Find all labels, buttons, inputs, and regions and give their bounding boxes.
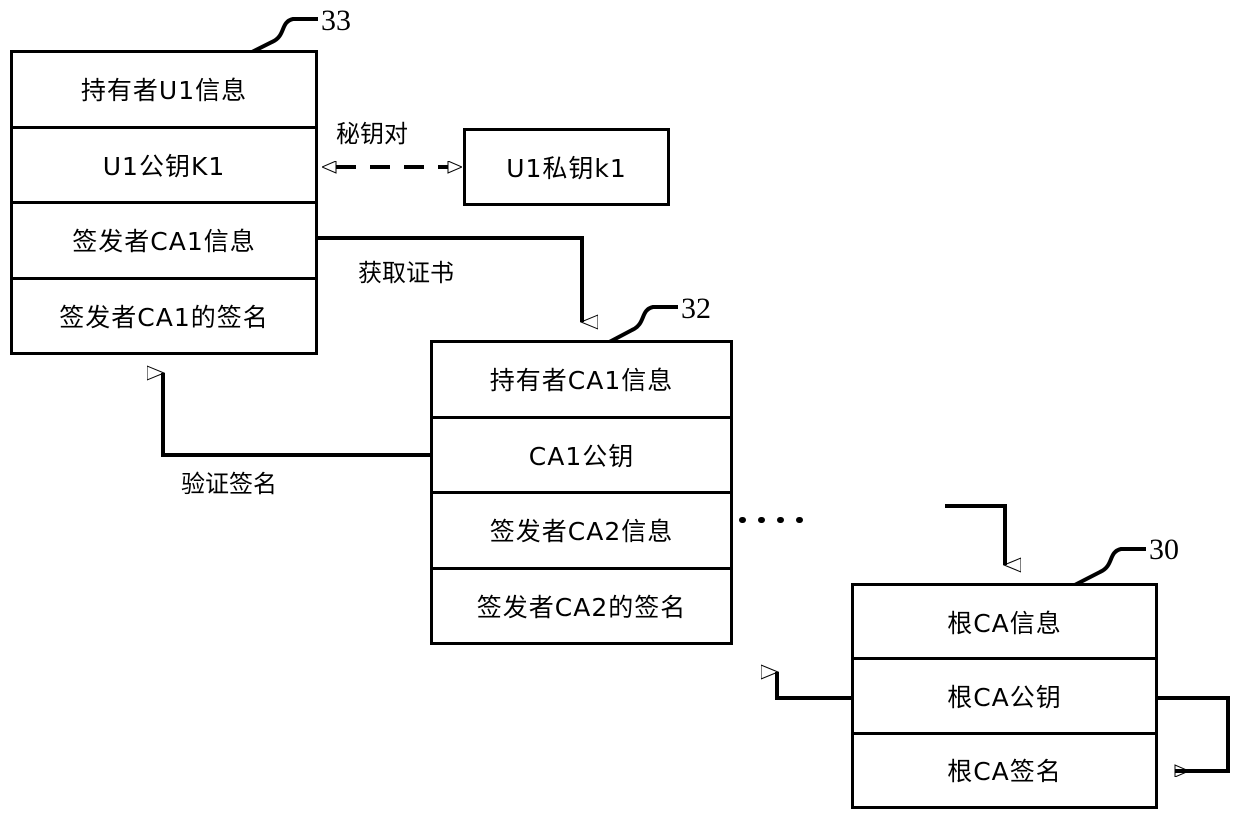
root-chain-up-connector xyxy=(777,672,851,700)
cert-row-label: 根CA信息 xyxy=(947,608,1062,638)
cert-row-issuer-info: 签发者CA1信息 xyxy=(13,204,315,280)
verify-signature-connector xyxy=(163,373,430,457)
cert-row-label: 签发者CA2的签名 xyxy=(476,592,687,622)
reference-numeral-32: 32 xyxy=(681,292,711,325)
cert-row-public-key: CA1公钥 xyxy=(433,418,730,494)
cert-row-label: 签发者CA2信息 xyxy=(489,517,674,547)
cert-row-root-info: 根CA信息 xyxy=(854,586,1155,661)
verify-signature-label: 验证签名 xyxy=(181,470,277,498)
cert-row-label: 签发者CA1的签名 xyxy=(59,302,269,332)
reference-numeral-33: 33 xyxy=(321,4,351,37)
cert-row-label: CA1公钥 xyxy=(528,441,635,471)
root-self-signature-loop xyxy=(1158,696,1230,771)
key-pair-label: 秘钥对 xyxy=(336,120,408,148)
cert-row-label: 持有者CA1信息 xyxy=(489,366,674,396)
cert-row-holder-info: 持有者CA1信息 xyxy=(433,343,730,419)
cert-row-label: 持有者U1信息 xyxy=(80,76,248,106)
private-key-box[interactable]: U1私钥k1 xyxy=(463,128,670,206)
root-incoming-connector xyxy=(945,504,1005,565)
cert-row-label: 根CA公钥 xyxy=(947,682,1062,712)
cert-row-issuer-signature: 签发者CA2的签名 xyxy=(433,569,730,642)
cert-row-label: 根CA签名 xyxy=(947,757,1062,787)
reference-numeral-30: 30 xyxy=(1149,533,1179,566)
cert-row-issuer-info: 签发者CA2信息 xyxy=(433,494,730,570)
cert-row-root-public-key: 根CA公钥 xyxy=(854,660,1155,735)
get-certificate-label: 获取证书 xyxy=(358,259,454,287)
cert-row-root-signature: 根CA签名 xyxy=(854,734,1155,806)
cert-row-holder-info: 持有者U1信息 xyxy=(13,53,315,129)
cert-row-label: U1公钥K1 xyxy=(102,151,226,181)
cert-row-label: 签发者CA1信息 xyxy=(72,227,256,257)
cert-row-public-key: U1公钥K1 xyxy=(13,128,315,204)
figure-canvas: 持有者U1信息 U1公钥K1 签发者CA1信息 签发者CA1的签名 33 U1私… xyxy=(0,0,1240,824)
cert-row-issuer-signature: 签发者CA1的签名 xyxy=(13,279,315,352)
root-certificate-box[interactable]: 根CA信息 根CA公钥 根CA签名 xyxy=(851,583,1158,809)
ca1-certificate-box[interactable]: 持有者CA1信息 CA1公钥 签发者CA2信息 签发者CA2的签名 xyxy=(430,340,733,645)
private-key-label: U1私钥k1 xyxy=(506,154,627,183)
user-certificate-box[interactable]: 持有者U1信息 U1公钥K1 签发者CA1信息 签发者CA1的签名 xyxy=(10,50,318,355)
